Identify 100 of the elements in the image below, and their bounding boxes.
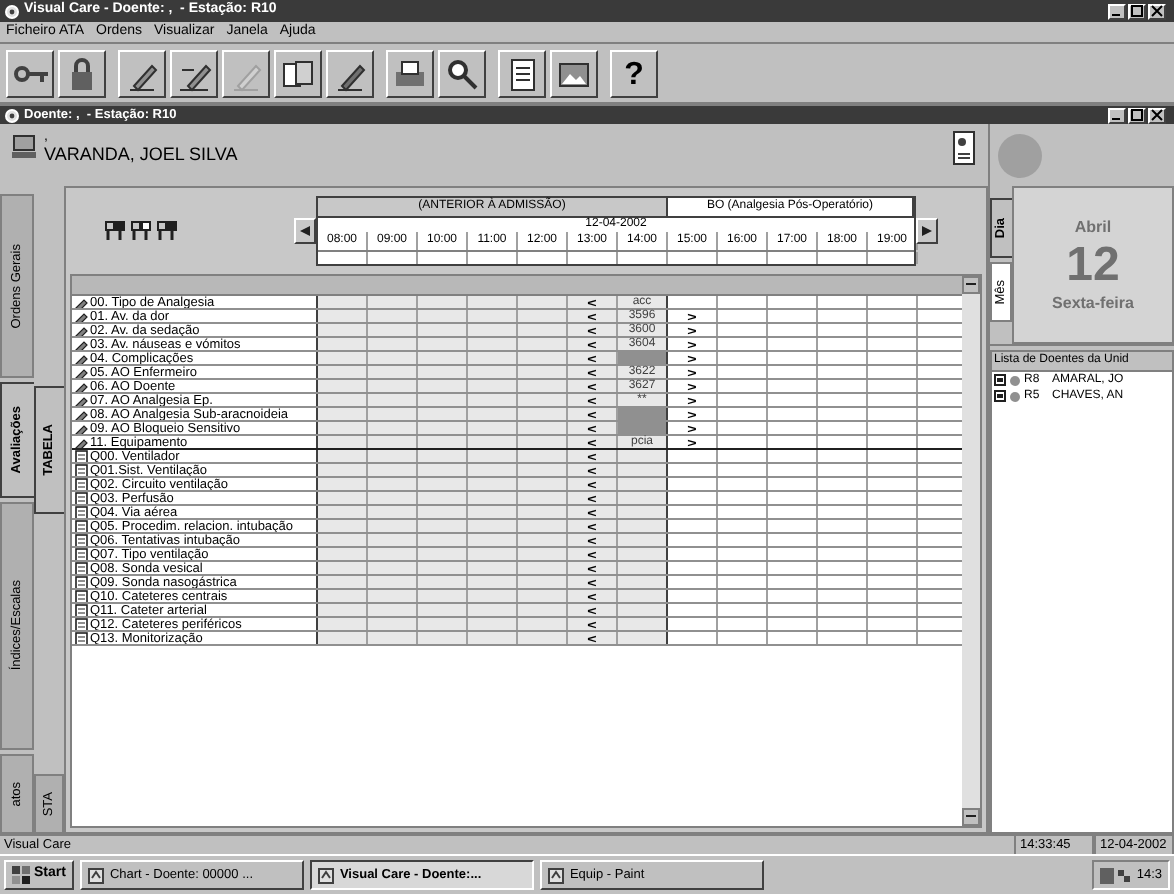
table-cell[interactable] — [368, 408, 418, 420]
table-cell[interactable] — [318, 352, 368, 364]
table-cell[interactable] — [318, 380, 368, 392]
table-cell[interactable] — [418, 604, 468, 616]
table-cell[interactable] — [368, 436, 418, 448]
table-cell[interactable] — [418, 464, 468, 476]
table-cell[interactable] — [368, 590, 418, 602]
table-cell[interactable] — [418, 310, 468, 322]
scrollbar[interactable] — [962, 276, 980, 826]
table-cell[interactable] — [518, 464, 568, 476]
table-cell[interactable] — [468, 408, 518, 420]
table-cell[interactable] — [418, 534, 468, 546]
table-cell[interactable] — [468, 506, 518, 518]
table-cell[interactable] — [618, 632, 668, 644]
table-cell[interactable] — [318, 534, 368, 546]
table-cell[interactable] — [618, 478, 668, 490]
table-cell[interactable] — [468, 450, 518, 462]
table-cell[interactable] — [468, 562, 518, 574]
table-cell[interactable] — [318, 338, 368, 350]
table-cell[interactable] — [468, 464, 518, 476]
table-cell[interactable] — [368, 576, 418, 588]
toolbar-button[interactable] — [438, 49, 486, 97]
table-cell[interactable] — [518, 324, 568, 336]
table-cell[interactable] — [468, 590, 518, 602]
table-cell[interactable] — [318, 436, 368, 448]
table-cell[interactable] — [618, 576, 668, 588]
table-cell[interactable] — [318, 632, 368, 644]
table-cell[interactable] — [518, 436, 568, 448]
table-cell[interactable] — [368, 562, 418, 574]
table-cell[interactable] — [518, 408, 568, 420]
table-cell[interactable] — [418, 590, 468, 602]
table-cell[interactable] — [518, 632, 568, 644]
table-cell[interactable] — [468, 520, 518, 532]
maximize-button[interactable] — [1128, 3, 1146, 19]
table-cell[interactable] — [368, 604, 418, 616]
table-cell[interactable] — [368, 492, 418, 504]
table-cell[interactable] — [318, 590, 368, 602]
table-cell[interactable] — [468, 534, 518, 546]
table-cell[interactable] — [518, 548, 568, 560]
table-cell[interactable] — [368, 506, 418, 518]
table-cell[interactable] — [318, 548, 368, 560]
table-cell[interactable] — [518, 366, 568, 378]
table-cell[interactable] — [518, 310, 568, 322]
table-cell[interactable] — [418, 478, 468, 490]
table-cell[interactable] — [468, 366, 518, 378]
table-cell[interactable] — [468, 618, 518, 630]
table-cell[interactable] — [418, 520, 468, 532]
table-cell[interactable] — [468, 548, 518, 560]
table-cell[interactable] — [368, 380, 418, 392]
table-cell[interactable] — [368, 324, 418, 336]
table-cell[interactable] — [618, 408, 668, 420]
table-cell[interactable] — [418, 380, 468, 392]
toolbar-button[interactable] — [326, 49, 374, 97]
table-cell[interactable] — [468, 576, 518, 588]
table-cell[interactable] — [518, 422, 568, 434]
table-cell[interactable] — [418, 352, 468, 364]
table-cell[interactable] — [518, 380, 568, 392]
table-cell[interactable] — [318, 618, 368, 630]
table-cell[interactable] — [618, 590, 668, 602]
table-cell[interactable] — [418, 618, 468, 630]
table-cell[interactable] — [468, 310, 518, 322]
table-cell[interactable] — [318, 450, 368, 462]
table-cell[interactable] — [318, 422, 368, 434]
table-cell[interactable] — [368, 478, 418, 490]
table-cell[interactable] — [368, 422, 418, 434]
toolbar-button[interactable] — [274, 49, 322, 97]
table-cell[interactable] — [418, 296, 468, 308]
close-button[interactable] — [1148, 107, 1166, 123]
table-cell[interactable] — [418, 366, 468, 378]
table-cell[interactable] — [418, 492, 468, 504]
table-cell[interactable] — [518, 450, 568, 462]
table-cell[interactable] — [418, 562, 468, 574]
table-cell[interactable] — [318, 506, 368, 518]
table-cell[interactable] — [418, 324, 468, 336]
table-cell[interactable] — [318, 366, 368, 378]
table-cell[interactable] — [368, 618, 418, 630]
table-cell[interactable] — [518, 618, 568, 630]
table-cell[interactable] — [318, 464, 368, 476]
toolbar-button[interactable] — [550, 49, 598, 97]
table-cell[interactable] — [368, 394, 418, 406]
table-cell[interactable] — [618, 562, 668, 574]
table-cell[interactable] — [518, 352, 568, 364]
table-cell[interactable] — [318, 296, 368, 308]
table-cell[interactable] — [368, 464, 418, 476]
table-cell[interactable] — [468, 338, 518, 350]
table-cell[interactable] — [468, 394, 518, 406]
next-button[interactable] — [916, 218, 938, 244]
table-cell[interactable] — [318, 492, 368, 504]
table-cell[interactable] — [318, 394, 368, 406]
toolbar-button[interactable] — [222, 49, 270, 97]
table-cell[interactable] — [318, 310, 368, 322]
table-cell[interactable] — [368, 632, 418, 644]
table-cell[interactable] — [618, 548, 668, 560]
table-cell[interactable] — [518, 534, 568, 546]
table-cell[interactable] — [468, 478, 518, 490]
table-cell[interactable] — [618, 618, 668, 630]
table-cell[interactable] — [418, 422, 468, 434]
table-cell[interactable] — [318, 478, 368, 490]
table-cell[interactable] — [468, 352, 518, 364]
table-cell[interactable] — [518, 478, 568, 490]
